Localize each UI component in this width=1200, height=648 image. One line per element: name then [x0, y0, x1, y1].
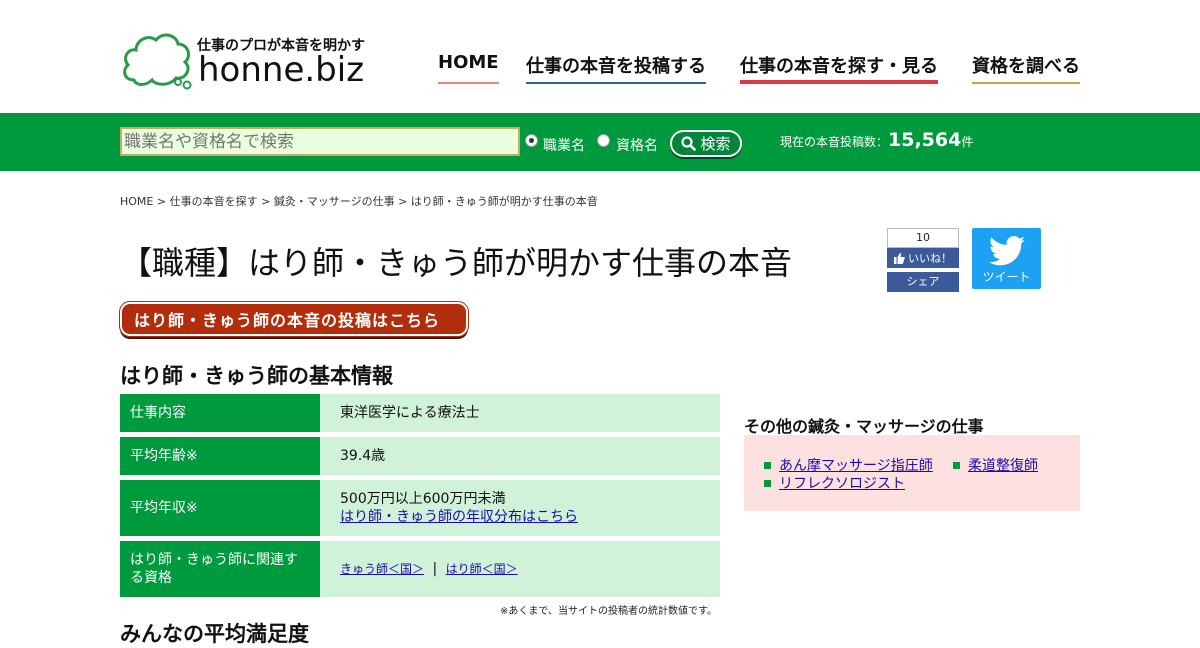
post-count-unit: 件: [961, 135, 974, 149]
site-logo[interactable]: 仕事のプロが本音を明かす honne.biz: [120, 30, 380, 92]
income-distribution-link[interactable]: はり師・きゅう師の年収分布はこちら: [340, 508, 700, 526]
sidebar-link-reflexology[interactable]: リフレクソロジスト: [779, 473, 905, 493]
radio-job[interactable]: [525, 134, 538, 147]
tweet-button[interactable]: ツイート: [972, 228, 1041, 289]
qualification-links: きゅう師＜国＞ | はり師＜国＞: [340, 560, 700, 578]
sidebar-link-anma[interactable]: あん摩マッサージ指圧師: [779, 455, 933, 475]
info-value: 東洋医学による療法士: [320, 394, 720, 432]
info-row-average-age: 平均年齢※ 39.4歳: [120, 437, 720, 475]
info-value-text: 39.4歳: [340, 448, 386, 464]
info-key: 平均年収※: [120, 480, 329, 536]
page-title: 【職種】はり師・きゅう師が明かす仕事の本音: [120, 244, 793, 282]
info-key: はり師・きゅう師に関連する資格: [120, 541, 329, 597]
sidebar-link-judo[interactable]: 柔道整復師: [968, 455, 1038, 475]
search-button-label: 検索: [700, 135, 731, 153]
basic-info-title: はり師・きゅう師の基本情報: [120, 364, 393, 388]
info-value: 39.4歳: [320, 437, 720, 475]
tweet-label: ツイート: [982, 270, 1031, 284]
post-count-value: 15,564: [888, 129, 962, 151]
link-separator: |: [432, 561, 438, 577]
bullet-icon: [953, 461, 960, 469]
search-button[interactable]: 検索: [670, 130, 742, 157]
radio-qualification[interactable]: [597, 134, 610, 147]
twitter-bird-icon: [989, 236, 1025, 266]
search-icon: [681, 136, 697, 151]
facebook-widget: 10 いいね！ シェア: [887, 228, 959, 292]
qualification-link-kyushi[interactable]: きゅう師＜国＞: [340, 562, 424, 576]
post-count-label: 現在の本音投稿数：: [780, 135, 889, 149]
statistics-note: ※あくまで、当サイトの投稿者の統計数値です。: [500, 606, 717, 617]
sidebar-item: あん摩マッサージ指圧師: [764, 455, 933, 475]
info-key: 仕事内容: [120, 394, 329, 432]
cloud-logo-icon: [123, 33, 192, 90]
nav-post-honne[interactable]: 仕事の本音を投稿する: [526, 52, 706, 84]
sidebar-item: 柔道整復師: [953, 455, 1038, 475]
breadcrumb[interactable]: HOME > 仕事の本音を探す > 鍼灸・マッサージの仕事 > はり師・きゅう師…: [120, 193, 598, 209]
satisfaction-title: みんなの平均満足度: [120, 622, 309, 646]
info-value-text: 東洋医学による療法士: [340, 405, 480, 421]
search-input[interactable]: [120, 127, 520, 156]
search-bar: 職業名 資格名 検索 現在の本音投稿数：15,564件: [0, 113, 1200, 171]
nav-qualifications[interactable]: 資格を調べる: [972, 52, 1080, 84]
sidebar-item: リフレクソロジスト: [764, 473, 905, 493]
radio-job-label[interactable]: 職業名: [543, 135, 585, 155]
radio-qualification-label[interactable]: 資格名: [616, 135, 658, 155]
post-count: 現在の本音投稿数：15,564件: [780, 129, 973, 151]
fb-share-button[interactable]: シェア: [887, 272, 959, 292]
info-row-average-income: 平均年収※ 500万円以上600万円未満 はり師・きゅう師の年収分布はこちら: [120, 480, 720, 536]
site-header: 仕事のプロが本音を明かす honne.biz HOME 仕事の本音を投稿する 仕…: [0, 0, 1200, 113]
bullet-icon: [764, 479, 771, 487]
bullet-icon: [764, 461, 771, 469]
nav-home[interactable]: HOME: [438, 52, 499, 84]
info-value-text: 500万円以上600万円未満: [340, 491, 506, 507]
sidebar-box: あん摩マッサージ指圧師 柔道整復師 リフレクソロジスト: [744, 435, 1080, 511]
qualification-link-harishi[interactable]: はり師＜国＞: [446, 562, 518, 576]
logo-text: honne.biz: [198, 50, 365, 90]
info-row-related-qualifications: はり師・きゅう師に関連する資格 きゅう師＜国＞ | はり師＜国＞: [120, 541, 720, 597]
info-row-job-content: 仕事内容 東洋医学による療法士: [120, 394, 720, 432]
thumbs-up-icon: [894, 252, 905, 264]
fb-like-button[interactable]: いいね！: [887, 248, 959, 268]
info-value: きゅう師＜国＞ | はり師＜国＞: [320, 541, 720, 597]
sidebar-title: その他の鍼灸・マッサージの仕事: [744, 417, 984, 436]
post-honne-button[interactable]: はり師・きゅう師の本音の投稿はこちら: [119, 301, 469, 337]
info-value: 500万円以上600万円未満 はり師・きゅう師の年収分布はこちら: [320, 480, 720, 536]
info-key: 平均年齢※: [120, 437, 329, 475]
nav-find-honne[interactable]: 仕事の本音を探す・見る: [740, 52, 938, 84]
fb-like-count: 10: [887, 228, 959, 248]
fb-like-label: いいね！: [908, 252, 952, 265]
